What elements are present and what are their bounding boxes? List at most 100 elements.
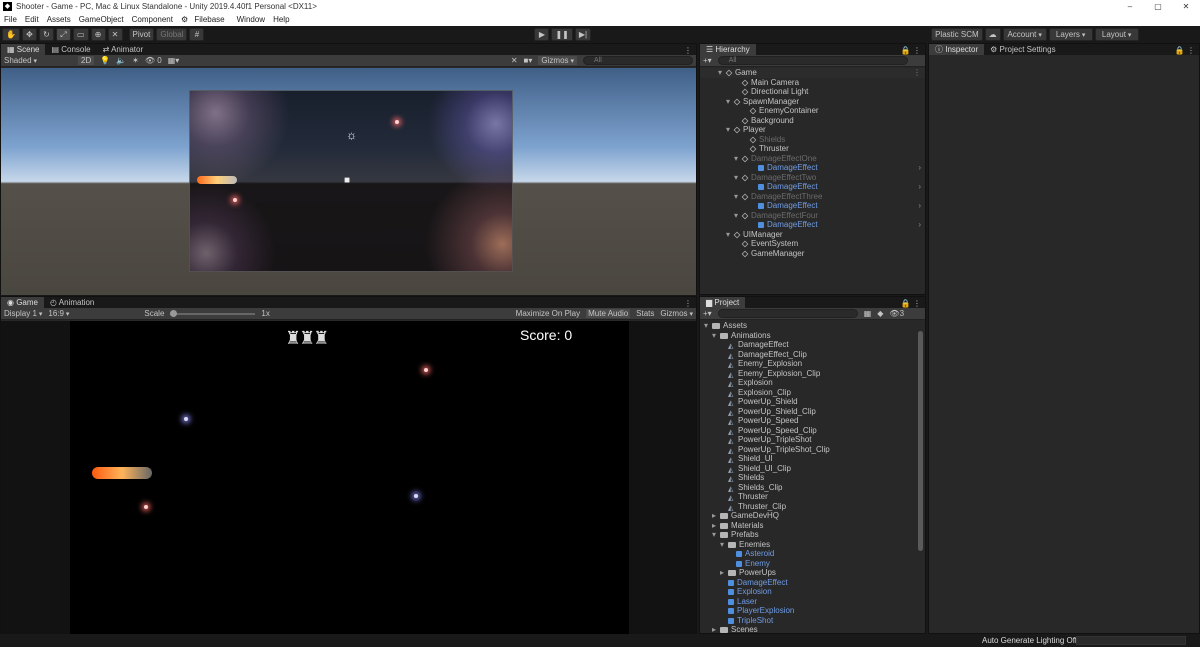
grid-icon[interactable]: ▦▾ [168, 56, 180, 65]
project-item[interactable]: ◭ Enemy_Explosion [700, 359, 925, 369]
prefab-open-arrow-icon[interactable]: › [918, 201, 921, 211]
filter-type-icon[interactable]: ▦ [864, 309, 872, 318]
kebab-menu-icon[interactable]: ⋮ [684, 46, 696, 55]
hierarchy-item[interactable]: Main Camera [700, 78, 925, 88]
project-item[interactable]: ◭ Explosion_Clip [700, 388, 925, 398]
layers-dropdown[interactable]: Layers [1048, 28, 1093, 41]
hierarchy-item[interactable]: EnemyContainer [700, 106, 925, 116]
project-item[interactable]: PlayerExplosion [700, 606, 925, 616]
hidden-objects-icon[interactable]: 👁 0 [145, 56, 162, 65]
hierarchy-item[interactable]: ▾ DamageEffectFour [700, 211, 925, 221]
stats-toggle[interactable]: Stats [636, 309, 654, 318]
project-item[interactable]: ◭ PowerUp_Shield [700, 397, 925, 407]
scale-slider-handle[interactable] [170, 309, 178, 317]
global-button[interactable]: Global [156, 28, 188, 41]
project-item[interactable]: ◭ Shield_UI [700, 454, 925, 464]
hierarchy-item[interactable]: ▾ DamageEffectOne [700, 154, 925, 164]
project-item[interactable]: ▾ Enemies [700, 540, 925, 550]
light-icon[interactable]: 💡 [100, 56, 110, 65]
hierarchy-item[interactable]: ▾ DamageEffectThree [700, 192, 925, 202]
game-gizmos-dropdown[interactable]: Gizmos [660, 309, 693, 318]
hierarchy-search-input[interactable]: All [717, 56, 908, 65]
hierarchy-item[interactable]: DamageEffect › [700, 163, 925, 173]
lock-icon[interactable]: 🔒 ⋮ [901, 46, 925, 55]
hand-tool-icon[interactable]: ✋ [2, 28, 20, 41]
prefab-open-arrow-icon[interactable]: › [918, 220, 921, 230]
menu-component[interactable]: Component [128, 15, 177, 24]
cloud-icon[interactable]: ☁ [984, 28, 1001, 41]
menu-assets[interactable]: Assets [43, 15, 75, 24]
pivot-button[interactable]: Pivot [128, 28, 155, 41]
hierarchy-item[interactable]: ▾ SpawnManager [700, 97, 925, 107]
prefab-open-arrow-icon[interactable]: › [918, 182, 921, 192]
project-item[interactable]: ▸ PowerUps [700, 568, 925, 578]
project-item[interactable]: ◭ DamageEffect_Clip [700, 350, 925, 360]
collapse-arrow-icon[interactable]: ▸ [712, 511, 720, 521]
collapse-arrow-icon[interactable]: ▸ [720, 568, 728, 578]
tab-hierarchy[interactable]: ☰ Hierarchy [700, 44, 756, 55]
project-item[interactable]: ◭ Thruster_Clip [700, 502, 925, 512]
player-ship[interactable] [197, 176, 237, 184]
tab-animation[interactable]: ◴ Animation [44, 297, 100, 308]
tab-game[interactable]: ◉ Game [1, 297, 44, 308]
directional-light-icon[interactable]: ☼ [346, 128, 357, 142]
audio-icon[interactable]: 🔈 [116, 56, 126, 65]
project-item[interactable]: ◭ Explosion [700, 378, 925, 388]
project-item[interactable]: ▾ Prefabs [700, 530, 925, 540]
project-item[interactable]: ▸ GameDevHQ [700, 511, 925, 521]
hierarchy-item[interactable]: DamageEffect › [700, 201, 925, 211]
project-search-input[interactable] [717, 309, 858, 318]
collapse-arrow-icon[interactable]: ▸ [712, 625, 720, 633]
hierarchy-item[interactable]: ▾ Player [700, 125, 925, 135]
hierarchy-item[interactable]: Background [700, 116, 925, 126]
plastic-scm-button[interactable]: Plastic SCM [931, 28, 983, 41]
project-item[interactable]: ◭ PowerUp_Shield_Clip [700, 407, 925, 417]
project-item[interactable]: ◭ Shield_UI_Clip [700, 464, 925, 474]
project-item[interactable]: ◭ PowerUp_Speed [700, 416, 925, 426]
scene-viewport[interactable]: ☼ ■ [1, 68, 696, 295]
play-button[interactable]: ▶ [534, 28, 550, 41]
maximize-on-play-toggle[interactable]: Maximize On Play [516, 309, 580, 318]
effects-icon[interactable]: ✶ [132, 56, 139, 65]
project-item[interactable]: ▸ Materials [700, 521, 925, 531]
project-item[interactable]: DamageEffect [700, 578, 925, 588]
display-dropdown[interactable]: Display 1 [4, 309, 42, 318]
expand-arrow-icon[interactable]: ▾ [704, 321, 712, 331]
game-kebab-icon[interactable]: ⋮ [684, 299, 696, 308]
aspect-dropdown[interactable]: 16:9 [48, 309, 138, 318]
camera-gizmo-icon[interactable]: ■ [344, 175, 350, 186]
hierarchy-item[interactable]: DamageEffect › [700, 182, 925, 192]
project-item[interactable]: ▸ Scenes [700, 625, 925, 633]
transform-tool-icon[interactable]: ⊕ [90, 28, 106, 41]
scale-tool-icon[interactable]: ⤢ [55, 28, 71, 41]
grid-snap-icon[interactable]: # [189, 28, 205, 41]
menu-file[interactable]: File [0, 15, 21, 24]
menu-gameobject[interactable]: GameObject [75, 15, 128, 24]
hierarchy-item[interactable]: Thruster [700, 144, 925, 154]
game-viewport[interactable]: ♜♜♜ Score: 0 [70, 321, 629, 634]
scene-search-input[interactable]: All [583, 56, 693, 65]
hierarchy-item[interactable]: DamageEffect › [700, 220, 925, 230]
menu-edit[interactable]: Edit [21, 15, 43, 24]
project-item[interactable]: TripleShot [700, 616, 925, 626]
move-tool-icon[interactable]: ✥ [21, 28, 37, 41]
hierarchy-item[interactable]: ▾ DamageEffectTwo [700, 173, 925, 183]
maximize-button[interactable]: ▢ [1144, 2, 1172, 11]
close-button[interactable]: ✕ [1172, 2, 1200, 11]
menu-help[interactable]: Help [269, 15, 293, 24]
project-item[interactable]: ◭ Shields_Clip [700, 483, 925, 493]
tab-inspector[interactable]: ⓘ Inspector [929, 44, 985, 55]
project-item[interactable]: ▾ Animations [700, 331, 925, 341]
camera-icon[interactable]: ■▾ [524, 56, 533, 65]
inspector-lock-icon[interactable]: 🔒 ⋮ [1175, 46, 1199, 55]
project-item[interactable]: Enemy [700, 559, 925, 569]
project-item[interactable]: ◭ Thruster [700, 492, 925, 502]
shading-dropdown[interactable]: Shaded [4, 56, 72, 65]
tab-project-settings[interactable]: ⚙ Project Settings [984, 44, 1061, 55]
rotate-tool-icon[interactable]: ↻ [38, 28, 54, 41]
expand-arrow-icon[interactable]: ▾ [720, 540, 728, 550]
account-dropdown[interactable]: Account [1002, 28, 1047, 41]
scale-slider[interactable] [170, 309, 256, 317]
2d-toggle[interactable]: 2D [78, 56, 95, 65]
scene-background-sprite[interactable] [189, 90, 513, 272]
